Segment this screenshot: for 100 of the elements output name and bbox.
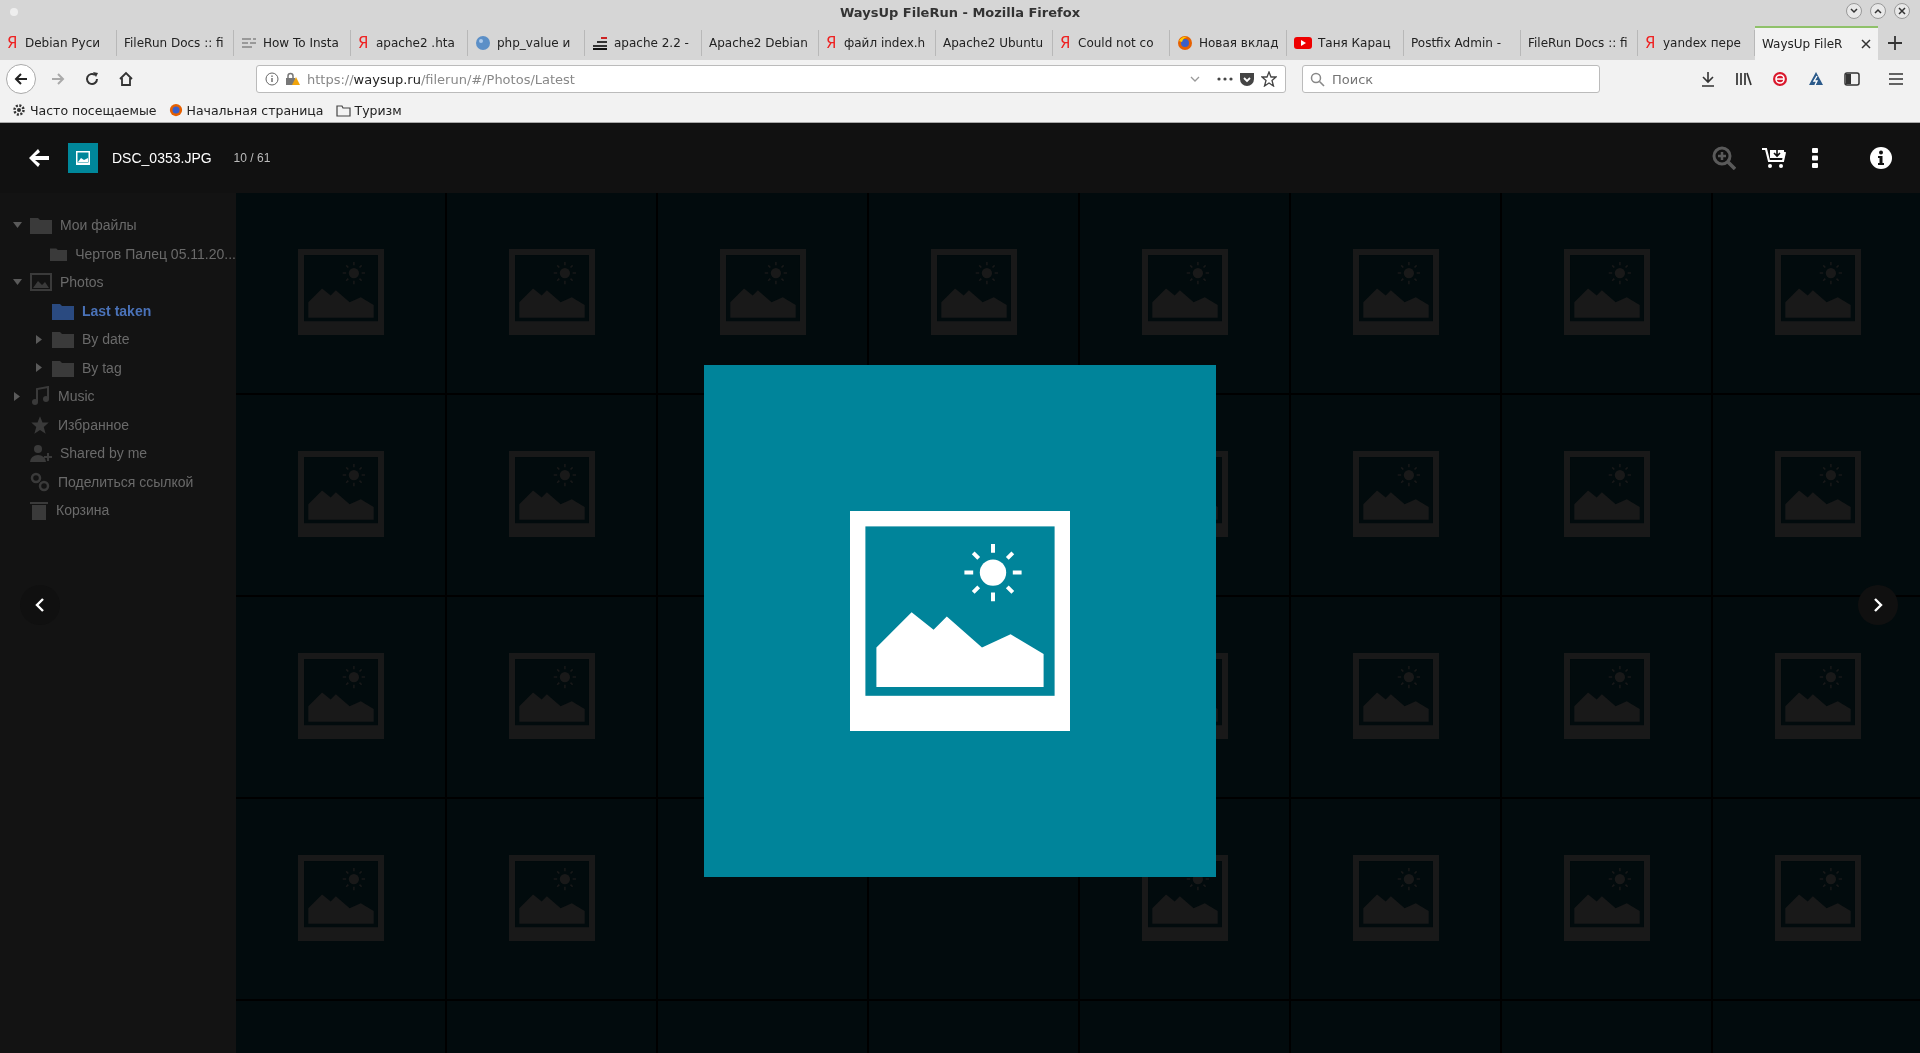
bookmark-link[interactable]: Часто посещаемые — [30, 102, 157, 118]
url-text: https://waysup.ru/filerun/#/Photos/Latest — [307, 71, 576, 87]
photo-tile[interactable] — [1080, 193, 1289, 393]
browser-tab[interactable]: Я Could not co — [1053, 30, 1170, 56]
close-icon — [1898, 7, 1906, 15]
browser-tab[interactable]: FileRun Docs :: fi — [1521, 30, 1638, 56]
image-counter: 10 / 61 — [233, 151, 271, 165]
caret-icon[interactable] — [12, 279, 22, 286]
search-field[interactable]: Поиск — [1302, 65, 1600, 93]
more-icon[interactable] — [1217, 77, 1233, 81]
browser-tab[interactable]: Я apache2 .hta — [351, 30, 468, 56]
photo-tile[interactable] — [1713, 193, 1920, 393]
new-tab-icon[interactable] — [1888, 36, 1902, 50]
browser-tab[interactable]: Я файл index.h — [819, 30, 936, 56]
globe-icon — [475, 35, 491, 51]
pocket-icon[interactable] — [1239, 71, 1255, 87]
photo-tile[interactable] — [1713, 597, 1920, 797]
home-icon — [118, 71, 134, 87]
photo-tile[interactable] — [236, 193, 445, 393]
image-placeholder-icon — [1774, 855, 1861, 941]
photo-tile[interactable] — [1502, 193, 1711, 393]
caret-icon[interactable] — [36, 334, 42, 344]
gear-icon — [12, 103, 26, 117]
browser-tab[interactable]: Я Debian Руси — [0, 30, 117, 56]
browser-tab[interactable]: How To Insta — [234, 30, 351, 56]
photo-tile[interactable] — [447, 193, 656, 393]
browser-tab[interactable]: apache 2.2 - — [585, 30, 702, 56]
image-placeholder-icon — [297, 855, 384, 941]
close-tab-icon[interactable] — [1861, 39, 1871, 49]
folder-icon — [52, 330, 74, 349]
more-options-button[interactable] — [1812, 148, 1818, 168]
bookmark-link[interactable]: Начальная страница — [186, 102, 324, 118]
info-icon — [265, 72, 279, 86]
bookmark-link[interactable]: Туризм — [354, 102, 402, 118]
photo-tile[interactable] — [236, 395, 445, 595]
browser-tab[interactable]: Новая вклад — [1170, 30, 1287, 56]
image-placeholder-icon — [508, 855, 595, 941]
download-cart-button[interactable] — [1762, 147, 1786, 169]
image-placeholder-icon — [850, 511, 1070, 731]
photo-tile[interactable] — [236, 799, 445, 999]
youtube-icon — [1294, 36, 1312, 50]
user-add-icon — [30, 444, 52, 463]
photo-tile[interactable] — [447, 395, 656, 595]
yandex-icon: Я — [1645, 34, 1657, 52]
star-icon[interactable] — [1261, 71, 1277, 87]
photo-tile[interactable] — [1291, 395, 1500, 595]
search-icon — [1310, 72, 1325, 87]
info-button[interactable] — [1870, 147, 1892, 169]
image-placeholder-icon — [1563, 653, 1650, 739]
yandex-icon: Я — [358, 34, 370, 52]
kebab-icon — [1812, 148, 1818, 168]
minimize-button[interactable] — [1846, 3, 1862, 19]
photo-tile[interactable] — [1502, 799, 1711, 999]
photo-tile[interactable] — [447, 799, 656, 999]
browser-tab[interactable]: php_value и — [468, 30, 585, 56]
photo-tile[interactable] — [1291, 597, 1500, 797]
browser-tab[interactable]: Таня Карац — [1287, 30, 1404, 56]
browser-tab[interactable]: WaysUp FileR — [1755, 26, 1878, 60]
photo-tile[interactable] — [1502, 395, 1711, 595]
browser-tab[interactable]: Apache2 Ubuntu — [936, 30, 1053, 56]
photo-tile[interactable] — [1713, 395, 1920, 595]
sidebar-item[interactable]: By date — [82, 331, 130, 348]
maximize-button[interactable] — [1870, 3, 1886, 19]
caret-icon[interactable] — [14, 391, 20, 401]
browser-tab[interactable]: Postfix Admin - — [1404, 30, 1521, 56]
photo-tile[interactable] — [1502, 597, 1711, 797]
bars-icon — [592, 35, 608, 51]
lines-icon — [241, 35, 257, 51]
sidebar-item[interactable]: Избранное — [58, 416, 129, 433]
trash-icon — [30, 500, 48, 521]
sidebar-item[interactable]: Music — [58, 388, 95, 405]
address-bar[interactable]: https://waysup.ru/filerun/#/Photos/Latest — [256, 65, 1286, 93]
back-button[interactable] — [28, 148, 50, 168]
back-button[interactable] — [6, 64, 36, 94]
image-placeholder-icon — [719, 249, 806, 335]
caret-icon[interactable] — [12, 222, 22, 229]
chevron-right-icon — [1873, 598, 1883, 612]
caret-icon[interactable] — [36, 363, 42, 373]
sidebar-item[interactable]: Last taken — [82, 302, 152, 319]
photo-tile[interactable] — [236, 597, 445, 797]
extension-icon — [1808, 71, 1824, 87]
close-button[interactable] — [1894, 3, 1910, 19]
sidebar-item[interactable]: By tag — [82, 359, 122, 376]
photo-tile[interactable] — [1291, 799, 1500, 999]
yandex-icon: Я — [1060, 34, 1072, 52]
chevron-down-icon — [1850, 7, 1858, 15]
sidebar-item[interactable]: Photos — [60, 274, 104, 291]
browser-tab[interactable]: FileRun Docs :: fi — [117, 30, 234, 56]
photo-tile[interactable] — [1291, 193, 1500, 393]
window-menu-dot[interactable] — [10, 8, 18, 16]
folder-icon — [52, 301, 74, 320]
photo-tile[interactable] — [447, 597, 656, 797]
image-placeholder-icon — [1563, 451, 1650, 537]
star-icon — [30, 414, 50, 435]
sidebar-item[interactable]: Поделиться ссылкой — [58, 473, 194, 490]
image-placeholder-icon — [1352, 653, 1439, 739]
window-title: WaysUp FileRun - Mozilla Firefox — [839, 4, 1081, 20]
sidebar-item[interactable]: Мои файлы — [60, 217, 137, 234]
browser-tab[interactable]: Apache2 Debian — [702, 30, 819, 56]
photo-tile[interactable] — [1713, 799, 1920, 999]
